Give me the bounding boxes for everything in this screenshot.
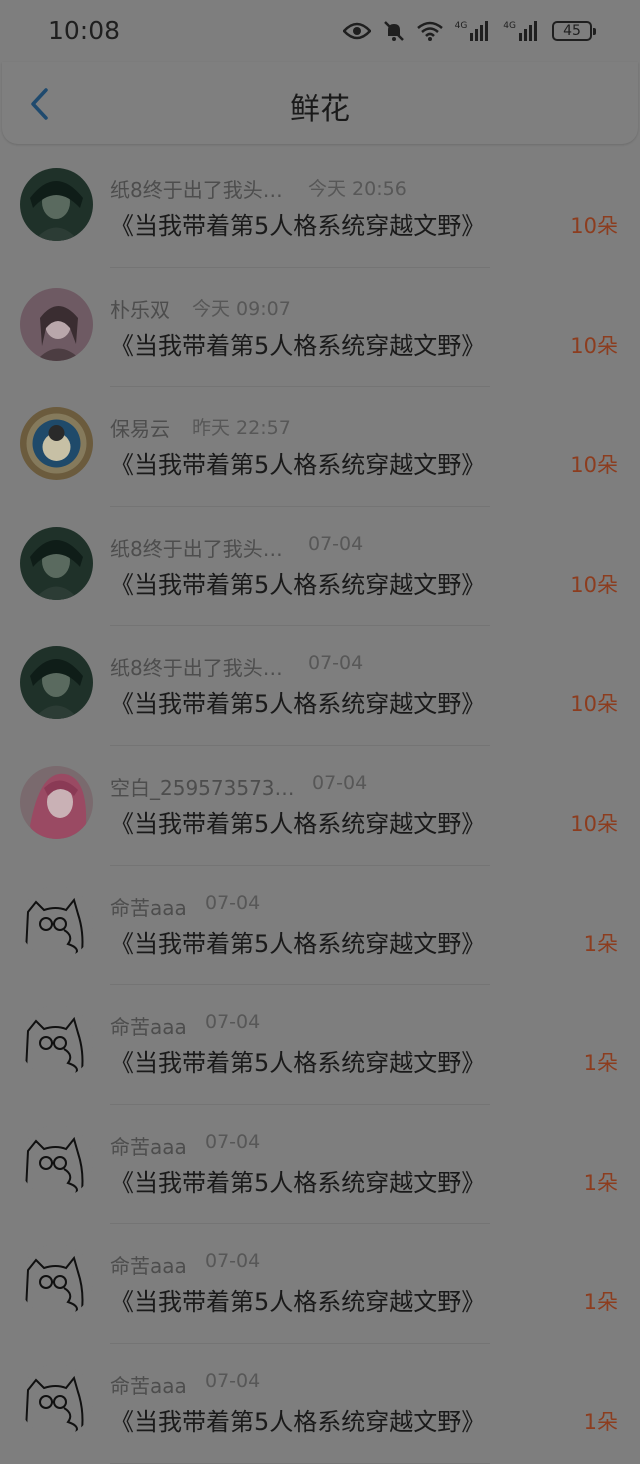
sender-name: 命苦aaa — [110, 1015, 187, 1040]
avatar[interactable] — [20, 287, 93, 361]
list-item[interactable]: 空白_259573573… 07-04 《当我带着第5人格系统穿越文野》 10朵 — [0, 746, 640, 866]
work-title: 《当我带着第5人格系统穿越文野》 — [110, 1288, 486, 1317]
flower-count: 10朵 — [570, 572, 618, 597]
sender-name: 纸8终于出了我头… — [110, 536, 283, 561]
work-title: 《当我带着第5人格系统穿越文野》 — [110, 929, 486, 958]
flower-count: 10朵 — [570, 692, 618, 717]
sender-name: 命苦aaa — [110, 1254, 187, 1279]
timestamp: 07-04 — [205, 1369, 261, 1392]
list-item[interactable]: 纸8终于出了我头… 07-04 《当我带着第5人格系统穿越文野》 10朵 — [0, 626, 640, 746]
avatar[interactable] — [20, 646, 93, 720]
work-title: 《当我带着第5人格系统穿越文野》 — [110, 570, 486, 599]
timestamp: 今天 20:56 — [308, 178, 407, 200]
cell-signal-icon-2: 4G — [503, 21, 540, 41]
eye-icon — [342, 22, 371, 40]
wifi-icon — [416, 21, 443, 41]
sender-name: 命苦aaa — [110, 895, 187, 920]
work-title: 《当我带着第5人格系统穿越文野》 — [110, 1049, 486, 1078]
status-icons: 4G 4G 45 — [342, 16, 596, 46]
flower-count: 10朵 — [570, 453, 618, 478]
flower-count: 10朵 — [570, 214, 618, 238]
timestamp: 07-04 — [205, 891, 261, 914]
timestamp: 今天 09:07 — [192, 297, 291, 320]
status-bar: 10:08 4G 4G 45 — [0, 0, 640, 62]
work-title: 《当我带着第5人格系统穿越文野》 — [110, 451, 486, 480]
avatar[interactable] — [20, 1124, 93, 1198]
timestamp: 07-04 — [308, 532, 364, 555]
flower-count: 1朵 — [583, 1051, 618, 1076]
signal-type-label: 4G — [503, 21, 516, 31]
flower-count: 1朵 — [583, 1409, 618, 1434]
flower-count: 10朵 — [570, 811, 618, 836]
work-title: 《当我带着第5人格系统穿越文野》 — [110, 809, 486, 838]
timestamp: 07-04 — [308, 652, 364, 675]
sender-name: 纸8终于出了我头… — [110, 656, 283, 681]
work-title: 《当我带着第5人格系统穿越文野》 — [110, 1168, 486, 1197]
divider — [110, 1462, 490, 1464]
flower-count: 1朵 — [583, 1170, 618, 1195]
sender-name: 空白_259573573… — [110, 775, 295, 800]
page-title: 鲜花 — [290, 92, 350, 127]
list-item[interactable]: 命苦aaa 07-04 《当我带着第5人格系统穿越文野》 1朵 — [0, 985, 640, 1105]
avatar[interactable] — [20, 526, 93, 600]
battery-level: 45 — [563, 23, 581, 39]
avatar[interactable] — [20, 1244, 93, 1318]
work-title: 《当我带着第5人格系统穿越文野》 — [110, 331, 486, 360]
sender-name: 命苦aaa — [110, 1134, 187, 1159]
flower-count: 10朵 — [570, 333, 618, 358]
bell-muted-icon — [383, 21, 404, 41]
header-bar: 鲜花 — [2, 62, 638, 144]
list-item[interactable]: 朴乐双 今天 09:07 《当我带着第5人格系统穿越文野》 10朵 — [0, 268, 640, 388]
timestamp: 07-04 — [205, 1011, 261, 1034]
list-item[interactable]: 命苦aaa 07-04 《当我带着第5人格系统穿越文野》 1朵 — [0, 1105, 640, 1225]
status-time: 10:08 — [48, 16, 121, 45]
timestamp: 昨天 22:57 — [192, 417, 291, 440]
timestamp: 07-04 — [205, 1130, 261, 1153]
avatar[interactable] — [20, 1005, 93, 1079]
sender-name: 保易云 — [110, 417, 170, 442]
sender-name: 命苦aaa — [110, 1373, 187, 1398]
avatar[interactable] — [20, 885, 93, 959]
signal-type-label: 4G — [454, 21, 468, 31]
list-item[interactable]: 纸8终于出了我头… 07-04 《当我带着第5人格系统穿越文野》 10朵 — [0, 507, 640, 627]
avatar[interactable] — [20, 407, 93, 481]
list-item[interactable]: 命苦aaa 07-04 《当我带着第5人格系统穿越文野》 1朵 — [0, 866, 640, 986]
timestamp: 07-04 — [205, 1250, 261, 1273]
list-item[interactable]: 保易云 昨天 22:57 《当我带着第5人格系统穿越文野》 10朵 — [0, 387, 640, 507]
cell-signal-icon-1: 4G — [455, 21, 492, 41]
work-title: 《当我带着第5人格系统穿越文野》 — [110, 1407, 486, 1436]
work-title: 《当我带着第5人格系统穿越文野》 — [110, 690, 486, 719]
list-item[interactable]: 纸8终于出了我头… 今天 20:56 《当我带着第5人格系统穿越文野》 10朵 — [0, 148, 640, 268]
sender-name: 朴乐双 — [110, 297, 170, 322]
sender-name: 纸8终于出了我头… — [110, 178, 283, 202]
timestamp: 07-04 — [312, 771, 368, 794]
avatar[interactable] — [20, 765, 93, 839]
avatar[interactable] — [20, 1363, 93, 1437]
list-item[interactable]: 命苦aaa 07-04 《当我带着第5人格系统穿越文野》 1朵 — [0, 1224, 640, 1344]
list-item[interactable]: 命苦aaa 07-04 《当我带着第5人格系统穿越文野》 1朵 — [0, 1344, 640, 1464]
flower-count: 1朵 — [583, 1290, 618, 1315]
battery-icon: 45 — [552, 21, 596, 41]
flower-count: 1朵 — [583, 931, 618, 956]
flower-list: 纸8终于出了我头… 今天 20:56 《当我带着第5人格系统穿越文野》 10朵 … — [0, 148, 640, 1464]
avatar[interactable] — [20, 168, 93, 241]
work-title: 《当我带着第5人格系统穿越文野》 — [110, 212, 486, 240]
